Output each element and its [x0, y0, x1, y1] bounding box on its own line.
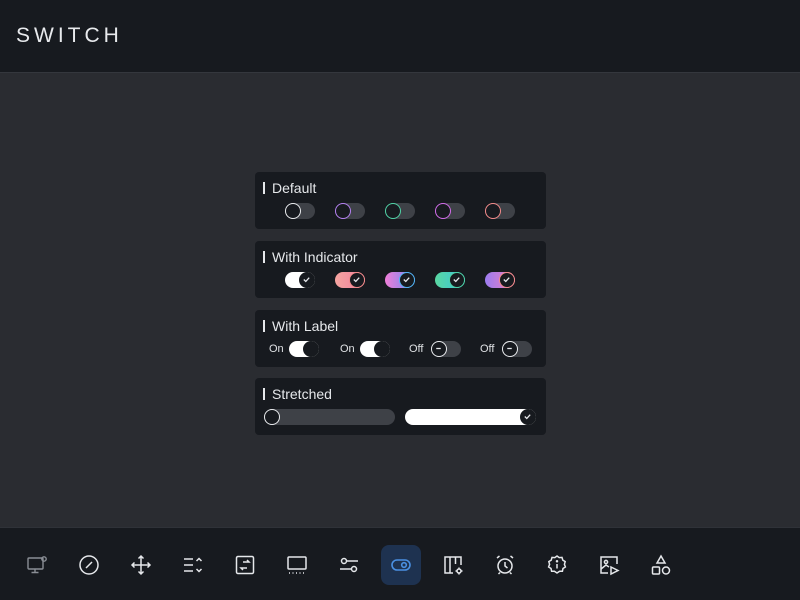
switch-label: Off	[480, 343, 495, 355]
switch-toggle[interactable]	[431, 341, 461, 357]
switch-indicator-1[interactable]	[285, 272, 315, 288]
section-marker	[263, 320, 265, 332]
nav-monitor[interactable]	[17, 545, 57, 585]
section-title: Default	[272, 180, 317, 196]
list-sort-icon	[184, 557, 203, 573]
switch-label: Off	[409, 343, 424, 355]
nav-move[interactable]	[121, 545, 161, 585]
switch-toggle[interactable]	[289, 341, 319, 357]
toggle-icon	[391, 559, 411, 571]
switch-toggle[interactable]	[502, 341, 532, 357]
sliders-icon	[340, 557, 358, 573]
switch-indicator-4[interactable]	[435, 272, 465, 288]
switch-label: On	[340, 343, 355, 355]
check-icon	[503, 277, 510, 283]
nav-alarm[interactable]	[485, 545, 525, 585]
switch-indicator-2[interactable]	[335, 272, 365, 288]
switch-default-3[interactable]	[385, 203, 415, 219]
check-icon	[453, 277, 460, 283]
minus-icon	[507, 347, 512, 350]
section-title: Stretched	[272, 386, 332, 402]
labeled-switch-1[interactable]: On	[269, 341, 329, 357]
labeled-switch-4[interactable]: Off	[480, 341, 540, 357]
switch-toggle[interactable]	[360, 341, 390, 357]
gauge-icon	[79, 555, 99, 575]
check-icon	[524, 414, 531, 420]
section-title: With Indicator	[272, 249, 358, 265]
section-title: With Label	[272, 318, 339, 334]
check-icon	[353, 277, 360, 283]
bottom-nav	[0, 527, 800, 600]
nav-list-sort[interactable]	[173, 545, 213, 585]
nav-screen[interactable]	[277, 545, 317, 585]
page-title: SWITCH	[16, 24, 123, 47]
labeled-switch-2[interactable]: On	[340, 341, 400, 357]
nav-toggle[interactable]	[381, 545, 421, 585]
section-with-indicator: With Indicator	[255, 241, 546, 298]
labeled-switch-3[interactable]: Off	[409, 341, 469, 357]
section-stretched: Stretched	[255, 378, 546, 435]
columns-settings-icon	[444, 556, 463, 575]
nav-gauge[interactable]	[69, 545, 109, 585]
switch-stretched-off[interactable]	[264, 409, 395, 425]
nav-swap[interactable]	[225, 545, 265, 585]
check-icon	[303, 277, 310, 283]
switch-default-4[interactable]	[435, 203, 465, 219]
screen-icon	[287, 556, 307, 574]
switch-indicator-5[interactable]	[485, 272, 515, 288]
info-badge-icon	[547, 555, 567, 574]
switch-indicator-3[interactable]	[385, 272, 415, 288]
nav-info[interactable]	[537, 545, 577, 585]
nav-sliders[interactable]	[329, 545, 369, 585]
monitor-icon	[27, 556, 47, 574]
minus-icon	[436, 347, 441, 350]
section-marker	[263, 388, 265, 400]
shapes-icon	[651, 554, 671, 575]
media-icon	[600, 556, 620, 576]
app-header: SWITCH	[0, 0, 800, 73]
switch-stretched-on[interactable]	[405, 409, 536, 425]
switch-default-5[interactable]	[485, 203, 515, 219]
section-marker	[263, 182, 265, 194]
section-with-label: With Label On On Off Off	[255, 310, 546, 367]
section-default: Default	[255, 172, 546, 229]
alarm-icon	[496, 555, 514, 575]
move-icon	[130, 554, 152, 576]
nav-shapes[interactable]	[641, 545, 681, 585]
section-marker	[263, 251, 265, 263]
swap-icon	[235, 555, 255, 575]
switch-default-1[interactable]	[285, 203, 315, 219]
nav-columns-settings[interactable]	[433, 545, 473, 585]
nav-media[interactable]	[589, 545, 629, 585]
switch-default-2[interactable]	[335, 203, 365, 219]
check-icon	[403, 277, 410, 283]
switch-label: On	[269, 343, 284, 355]
